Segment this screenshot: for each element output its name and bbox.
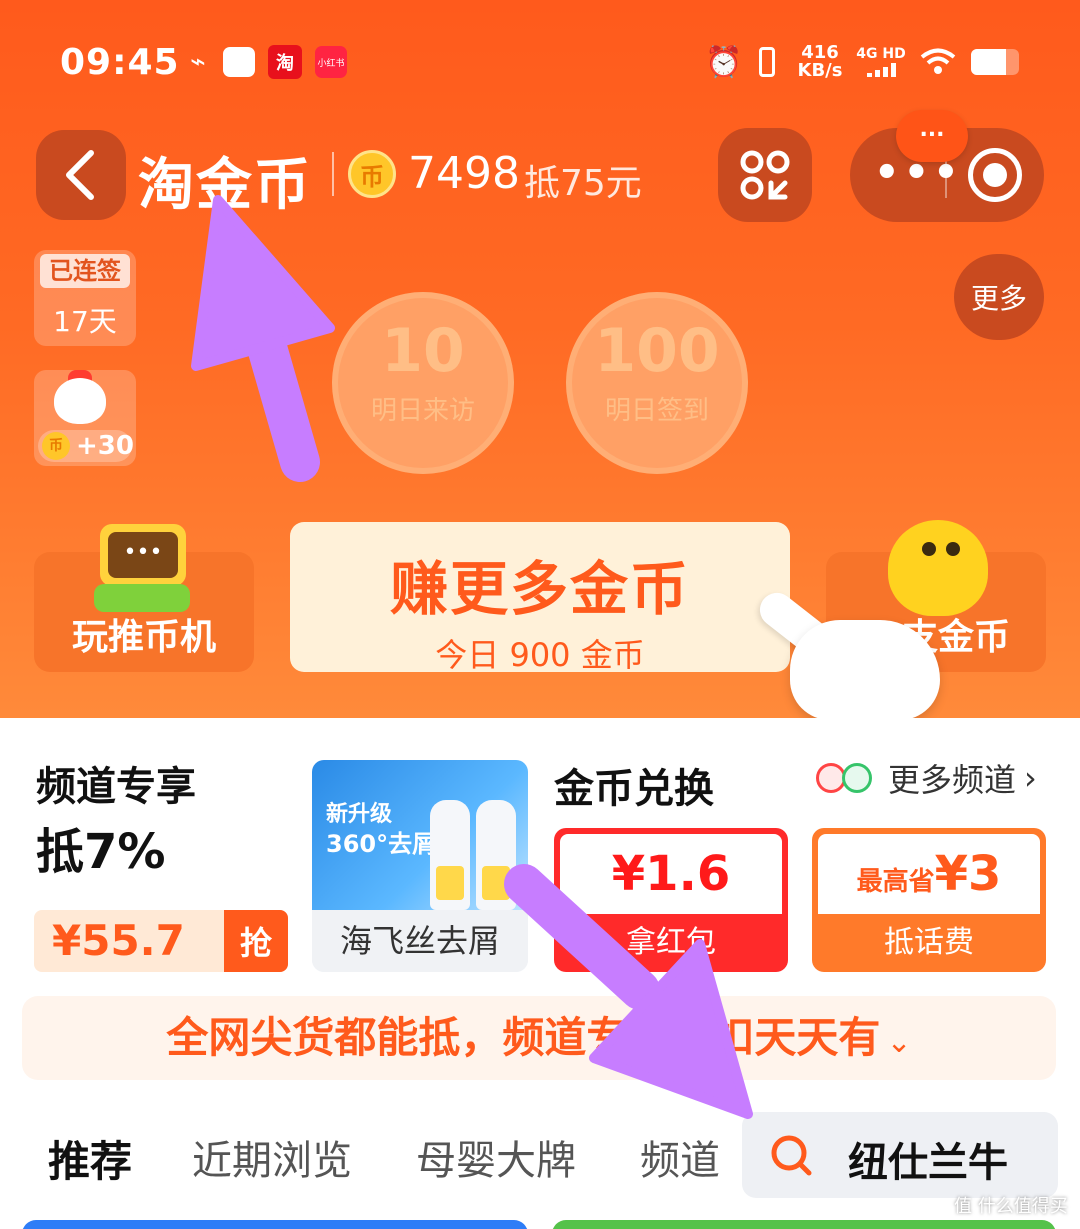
earn-today: 今日 900 金币 — [435, 636, 645, 674]
taobao-app-icon: 淘 — [268, 44, 302, 80]
chicken-icon — [54, 378, 106, 424]
gold-coin-icon: 币 — [348, 150, 396, 198]
product-image: 新升级 360°去屑 — [312, 760, 528, 910]
streak-label: 已连签 — [40, 254, 130, 288]
bubble-caption: 明日签到 — [604, 396, 709, 426]
earn-more-coins-button[interactable]: 赚更多金币 今日 900 金币 — [290, 522, 790, 674]
phone-bill-coupon[interactable]: 最高省¥3 抵话费 — [812, 828, 1046, 972]
xiaohongshu-app-icon: 小红书 — [314, 44, 348, 80]
message-app-icon — [222, 44, 256, 80]
channel-exclusive-title: 频道专享 — [36, 764, 196, 810]
streak-days: 17天 — [53, 305, 117, 338]
grid-scan-icon — [740, 150, 790, 200]
grab-button[interactable]: 抢 — [224, 910, 288, 972]
coupon-amount: 最高省¥3 — [856, 846, 1002, 902]
close-record-button[interactable] — [968, 148, 1022, 202]
tab-channel[interactable]: 频道 — [640, 1128, 720, 1186]
more-options-button[interactable]: ••• — [874, 153, 963, 193]
earn-title: 赚更多金币 — [389, 555, 690, 623]
reward-amount: 币 +30 — [38, 430, 134, 462]
title-divider — [332, 152, 334, 196]
coin-worth: 抵75元 — [524, 163, 642, 204]
checkin-streak-badge[interactable]: 已连签 17天 — [34, 250, 136, 346]
coin-pusher-icon: ••• — [94, 524, 190, 614]
red-packet-coupon[interactable]: ¥1.6 拿红包 — [554, 828, 788, 972]
chevron-right-icon: › — [1024, 759, 1037, 797]
search-query: 纽仕兰牛 — [848, 1140, 1008, 1186]
battery-icon — [968, 44, 1022, 80]
wifi-share-icon: ⌁ — [190, 47, 206, 77]
alarm-icon: ⏰ — [705, 44, 743, 80]
promo-banner[interactable]: 全网尖货都能抵，频道专享折扣天天有 ⌄ — [22, 996, 1056, 1080]
chevron-down-icon: ⌄ — [886, 1025, 912, 1060]
coin-center-header-area: 09:45 ⌁ 淘 小红书 ⏰ 416 KB/s 4G HD 淘金币 币 749… — [0, 0, 1080, 718]
status-bar: 09:45 ⌁ 淘 小红书 ⏰ 416 KB/s 4G HD — [0, 0, 1080, 120]
gift-icon — [816, 763, 876, 793]
coupon-label: 抵话费 — [884, 925, 974, 960]
feed-card-edge — [552, 1220, 1056, 1229]
signin-tomorrow-bubble[interactable]: 100 明日签到 — [566, 292, 748, 474]
record-icon — [983, 163, 1007, 187]
visit-tomorrow-bubble[interactable]: 10 明日来访 — [332, 292, 514, 474]
tab-baby-brands[interactable]: 母婴大牌 — [416, 1128, 576, 1186]
coin-pusher-label: 玩推币机 — [71, 617, 216, 658]
back-button[interactable] — [36, 130, 126, 220]
product-price: ¥55.7 — [52, 916, 185, 965]
product-name: 海飞丝去屑 — [312, 910, 528, 972]
page-title: 淘金币 — [138, 153, 312, 218]
tab-recommend[interactable]: 推荐 — [48, 1128, 132, 1189]
bubble-caption: 明日来访 — [370, 396, 475, 426]
pointing-hand-icon — [753, 586, 940, 718]
coin-icon: 币 — [42, 432, 70, 460]
more-button[interactable]: 更多 — [954, 254, 1044, 340]
coin-exchange-title: 金币兑换 — [554, 766, 714, 812]
bubble-amount: 100 — [594, 316, 720, 386]
coupon-label: 拿红包 — [626, 925, 716, 960]
signal-icon: 4G HD — [854, 44, 908, 80]
bubble-amount: 10 — [381, 316, 465, 386]
channel-discount: 抵7% — [36, 824, 166, 880]
feed-card-edge — [22, 1220, 528, 1229]
status-time: 09:45 — [60, 42, 180, 83]
search-icon — [771, 1135, 812, 1176]
search-input[interactable]: 纽仕兰牛 — [742, 1112, 1058, 1198]
product-price-pill[interactable]: ¥55.7 抢 — [34, 910, 288, 972]
chicken-reward-badge[interactable]: 币 +30 — [34, 370, 136, 466]
chevron-left-icon — [66, 150, 94, 200]
coin-balance: 7498 — [408, 148, 520, 199]
watermark: 值 什么值得买 — [954, 1196, 1068, 1217]
vibrate-icon — [748, 44, 786, 80]
scan-button[interactable] — [718, 128, 812, 222]
coupon-amount: ¥1.6 — [611, 846, 731, 902]
more-channels-link[interactable]: 更多频道 › — [816, 758, 1037, 799]
network-speed: 416 KB/s — [797, 42, 843, 81]
tab-recent[interactable]: 近期浏览 — [192, 1128, 352, 1186]
notification-bubble[interactable]: ... — [896, 110, 968, 162]
wifi-icon — [918, 44, 958, 80]
product-card[interactable]: 新升级 360°去屑 海飞丝去屑 — [312, 760, 528, 972]
